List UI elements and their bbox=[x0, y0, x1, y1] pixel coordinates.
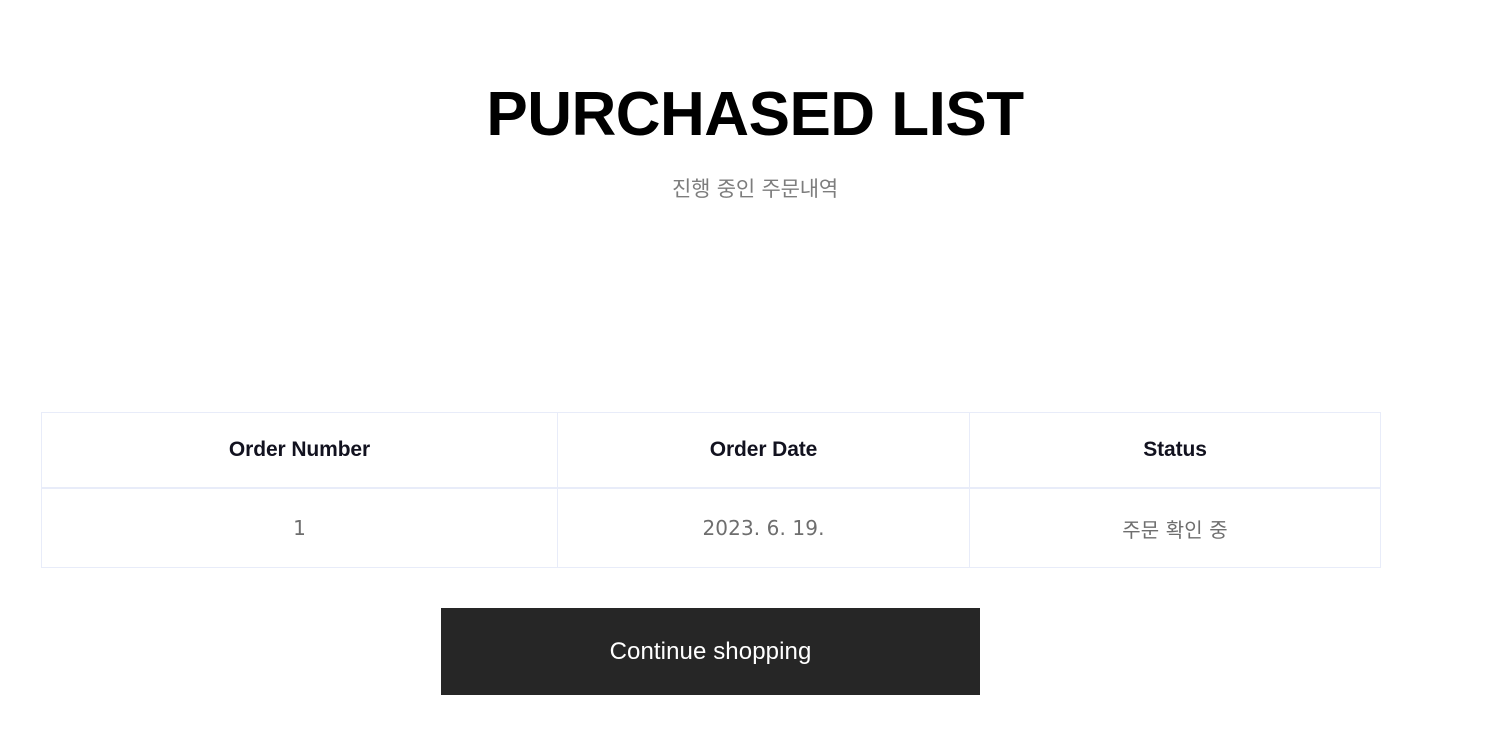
orders-table: Order Number Order Date Status 1 2023. 6… bbox=[41, 412, 1381, 568]
cell-order-number: 1 bbox=[41, 487, 558, 568]
column-header-status: Status bbox=[969, 412, 1381, 489]
orders-table-head: Order Number Order Date Status bbox=[41, 412, 1381, 489]
table-row[interactable]: 1 2023. 6. 19. 주문 확인 중 bbox=[41, 487, 1381, 568]
table-header-row: Order Number Order Date Status bbox=[41, 412, 1381, 489]
cell-order-date: 2023. 6. 19. bbox=[557, 487, 970, 568]
page-subtitle: 진행 중인 주문내역 bbox=[672, 177, 838, 202]
column-header-order-number: Order Number bbox=[41, 412, 558, 489]
purchased-list-page: PURCHASED LIST 진행 중인 주문내역 Order Number O… bbox=[0, 0, 1510, 755]
page-header: PURCHASED LIST 진행 중인 주문내역 bbox=[0, 0, 1510, 203]
orders-table-container: Order Number Order Date Status 1 2023. 6… bbox=[41, 412, 1381, 568]
column-header-order-date: Order Date bbox=[557, 412, 970, 489]
continue-shopping-button[interactable]: Continue shopping bbox=[441, 608, 980, 695]
cell-status: 주문 확인 중 bbox=[969, 487, 1381, 568]
page-title: PURCHASED LIST bbox=[486, 80, 1024, 149]
orders-table-body: 1 2023. 6. 19. 주문 확인 중 bbox=[41, 487, 1381, 568]
